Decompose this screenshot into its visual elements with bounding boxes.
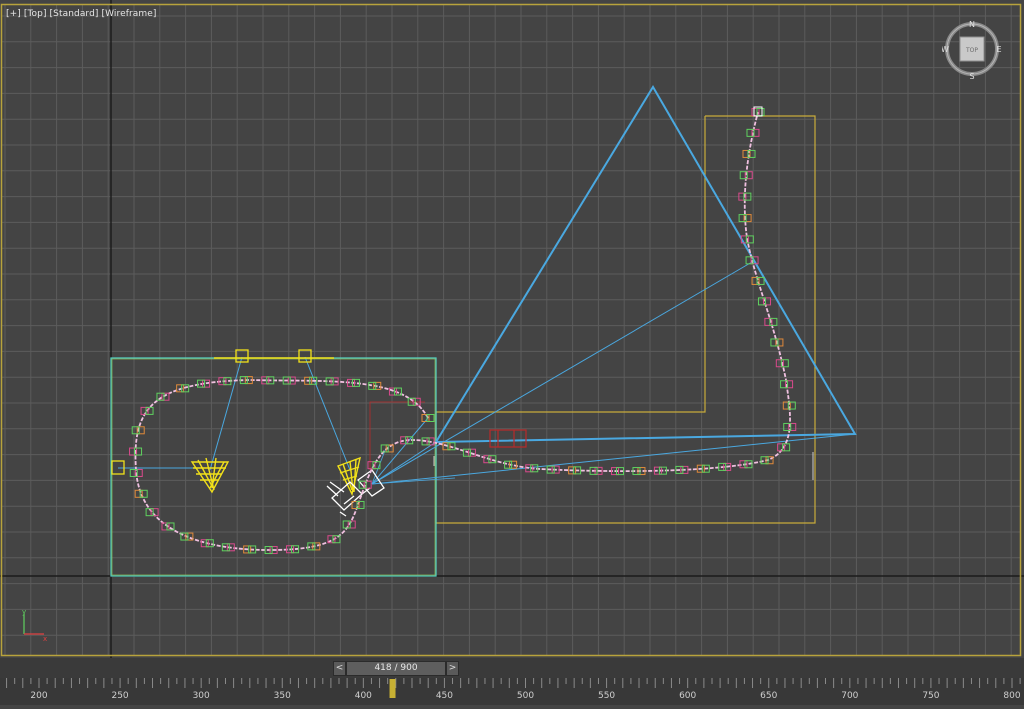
trackbar-frame-label: 750: [922, 691, 939, 701]
trackbar-ticks: [6, 678, 1021, 688]
axis-tripod: y x: [14, 606, 50, 642]
viewport-label[interactable]: [+] [Top] [Standard] [Wireframe]: [6, 9, 157, 19]
axis-y-label: y: [22, 608, 26, 616]
viewcube[interactable]: TOP N S E W: [942, 20, 1002, 80]
trackbar-frame-label: 200: [30, 691, 47, 701]
trackbar-frame-label: 650: [760, 691, 777, 701]
trackbar-frame-label: 250: [111, 691, 128, 701]
axis-x-label: x: [43, 635, 47, 642]
viewport-visual-style[interactable]: [Wireframe]: [101, 9, 156, 19]
trackbar-frame-label: 350: [274, 691, 291, 701]
current-frame-marker[interactable]: [389, 679, 396, 698]
viewcube-face-label: TOP: [965, 47, 978, 54]
trackbar-frame-label: 600: [679, 691, 696, 701]
time-slider[interactable]: < 418 / 900 >: [0, 658, 1024, 678]
trackbar[interactable]: 200 250 300 350 400 450 500 550 600 650 700 750 800: [0, 678, 1024, 705]
viewport-scene[interactable]: [0, 0, 1024, 658]
compass-north[interactable]: N: [969, 20, 975, 29]
viewport-shading-standard[interactable]: [Standard]: [50, 9, 99, 19]
trackbar-labels: 200 250 300 350 400 450 500 550 600 650 700 750 800: [30, 691, 1020, 701]
compass-south[interactable]: S: [969, 72, 974, 80]
viewport-top[interactable]: [+] [Top] [Standard] [Wireframe] TOP N S…: [0, 0, 1024, 658]
trackbar-frame-label: 800: [1003, 691, 1020, 701]
time-slider-next-button[interactable]: >: [446, 661, 459, 676]
trackbar-frame-label: 700: [841, 691, 858, 701]
compass-east[interactable]: E: [996, 45, 1001, 54]
trackbar-frame-label: 450: [436, 691, 453, 701]
viewport-menu-plus[interactable]: [+]: [6, 9, 21, 19]
time-slider-thumb[interactable]: 418 / 900: [346, 661, 446, 676]
time-slider-track[interactable]: < 418 / 900 >: [333, 661, 459, 676]
compass-west[interactable]: W: [942, 45, 949, 54]
trackbar-frame-label: 550: [598, 691, 615, 701]
time-slider-prev-button[interactable]: <: [333, 661, 346, 676]
trackbar-ruler[interactable]: 200 250 300 350 400 450 500 550 600 650 700 750 800: [0, 678, 1024, 705]
trackbar-frame-label: 400: [355, 691, 372, 701]
trackbar-frame-label: 500: [517, 691, 534, 701]
trackbar-frame-label: 300: [193, 691, 210, 701]
viewport-point-of-view[interactable]: [Top]: [24, 9, 47, 19]
